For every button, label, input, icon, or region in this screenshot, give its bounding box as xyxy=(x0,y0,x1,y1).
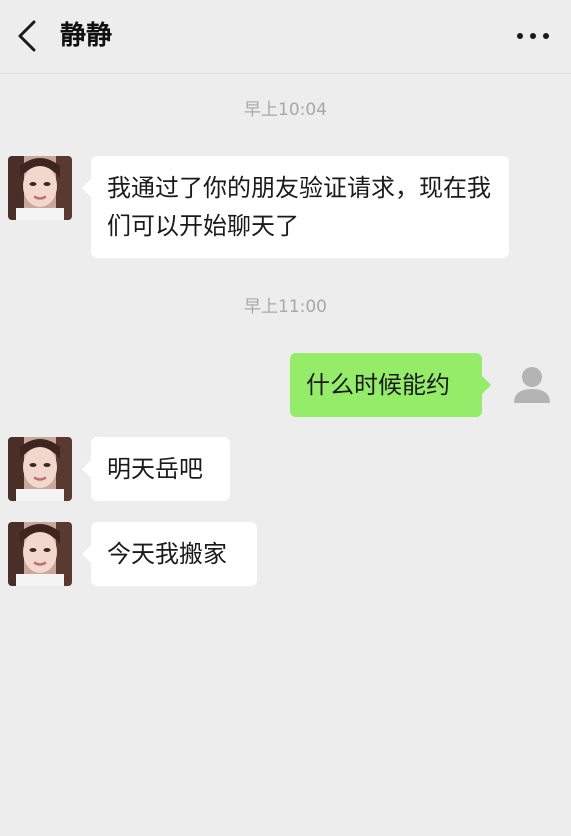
contact-avatar[interactable] xyxy=(8,156,72,220)
my-avatar[interactable] xyxy=(500,353,564,417)
chat-header: 静静 xyxy=(0,0,571,74)
default-user-icon xyxy=(500,353,564,417)
message-timestamp: 早上11:00 xyxy=(244,297,327,317)
message-text: 什么时候能约 xyxy=(306,371,450,399)
message-text: 明天岳吧 xyxy=(107,455,203,483)
contact-avatar[interactable] xyxy=(8,437,72,501)
incoming-message-bubble[interactable]: 明天岳吧 xyxy=(82,437,230,501)
back-button[interactable] xyxy=(8,14,48,58)
chat-screen: 静静 早上10:04 我通过了你的朋友验证请求，现在我们可以开始聊天了 早上11… xyxy=(0,0,571,836)
chevron-left-icon xyxy=(8,14,48,58)
more-options-button[interactable] xyxy=(513,20,553,52)
outgoing-message-bubble[interactable]: 什么时候能约 xyxy=(290,353,491,417)
incoming-message-bubble[interactable]: 今天我搬家 xyxy=(82,522,257,586)
message-text: 今天我搬家 xyxy=(107,540,227,568)
contact-avatar[interactable] xyxy=(8,522,72,586)
more-horizontal-icon xyxy=(513,33,553,56)
incoming-message-bubble[interactable]: 我通过了你的朋友验证请求，现在我们可以开始聊天了 xyxy=(82,156,509,258)
message-text: 我通过了你的朋友验证请求，现在我们可以开始聊天了 xyxy=(107,174,491,240)
message-timestamp: 早上10:04 xyxy=(244,100,327,120)
chat-title: 静静 xyxy=(60,21,113,51)
